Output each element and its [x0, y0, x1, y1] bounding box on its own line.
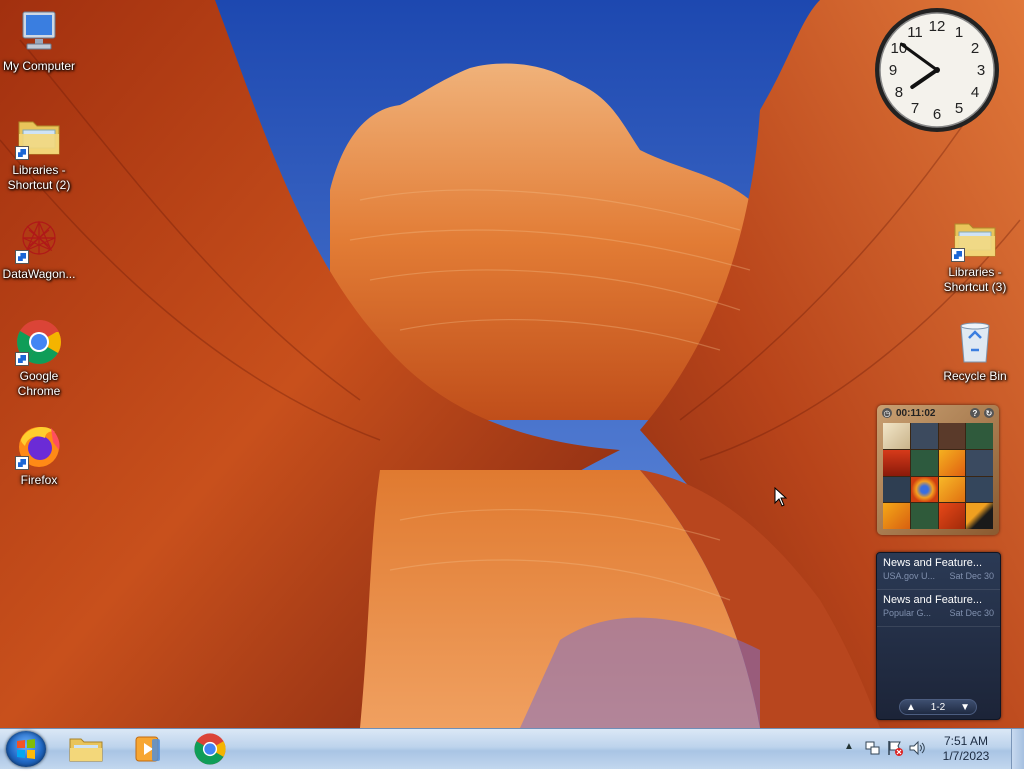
feed-item-source: USA.gov U... — [883, 571, 936, 581]
clock-numeral: 3 — [977, 62, 985, 79]
shortcut-arrow-icon — [15, 250, 29, 264]
libraries-icon — [15, 112, 63, 160]
puzzle-help-icon[interactable]: ? — [970, 408, 980, 418]
taskbar-date: 1/7/2023 — [942, 749, 990, 763]
show-hidden-icon[interactable]: ▲ — [844, 741, 854, 752]
clock-numeral: 12 — [929, 18, 946, 35]
media-player-icon — [135, 736, 160, 762]
feed-headlines-gadget[interactable]: News and Feature... USA.gov U... Sat Dec… — [876, 552, 1001, 720]
taskbar-chrome-button[interactable] — [182, 730, 238, 768]
puzzle-timer: 00:11:02 — [896, 407, 936, 419]
feed-item[interactable]: News and Feature... USA.gov U... Sat Dec… — [877, 553, 1000, 590]
puzzle-tile[interactable] — [938, 503, 966, 529]
pager-range: 1-2 — [930, 701, 946, 713]
puzzle-tile[interactable] — [910, 476, 938, 503]
clock-gadget[interactable]: 12 1 2 3 4 5 6 7 8 9 10 11 — [873, 6, 1001, 134]
clock-numeral: 4 — [971, 84, 979, 101]
action-center-flag-icon[interactable] — [886, 739, 904, 762]
shortcut-arrow-icon — [15, 146, 29, 160]
puzzle-tile[interactable] — [966, 449, 993, 476]
desktop-icon-label: Libraries - Shortcut (2) — [7, 163, 71, 192]
chrome-icon — [194, 733, 226, 765]
puzzle-tile[interactable] — [938, 449, 966, 476]
clock-numeral: 2 — [971, 40, 979, 57]
desktop-icon-label: My Computer — [2, 59, 76, 73]
taskbar-time: 7:51 AM — [943, 734, 989, 748]
windows-logo-icon — [17, 739, 35, 759]
clock-numeral: 1 — [955, 24, 963, 41]
feed-item-source: Popular G... — [883, 608, 932, 618]
puzzle-shuffle-icon[interactable]: ↻ — [984, 408, 994, 418]
clock-numeral: 6 — [933, 106, 941, 123]
feed-pager: ▲ 1-2 ▼ — [899, 699, 977, 715]
puzzle-tile[interactable] — [883, 503, 910, 529]
system-tray: ▲ 7:51 AM 1/7/2023 — [834, 729, 1024, 769]
puzzle-tile[interactable] — [966, 476, 993, 503]
pager-down-icon[interactable]: ▼ — [960, 702, 970, 713]
mouse-cursor-icon — [774, 486, 788, 512]
puzzle-tile[interactable] — [883, 476, 910, 503]
puzzle-tile[interactable] — [910, 423, 938, 449]
desktop-icon-libraries-shortcut-2[interactable]: Libraries - Shortcut (2) — [0, 112, 79, 193]
taskbar-media-player-button[interactable] — [120, 730, 176, 768]
taskbar-clock[interactable]: 7:51 AM 1/7/2023 — [936, 734, 996, 764]
feed-item[interactable]: News and Feature... Popular G... Sat Dec… — [877, 590, 1000, 627]
taskbar-explorer-button[interactable] — [58, 730, 114, 768]
network-icon[interactable] — [864, 739, 882, 762]
feed-item-title: News and Feature... — [883, 594, 983, 606]
shortcut-arrow-icon — [951, 248, 965, 262]
desktop-icon-google-chrome[interactable]: Google Chrome — [0, 318, 79, 399]
puzzle-tile[interactable] — [966, 503, 993, 529]
clock-numeral: 7 — [911, 100, 919, 117]
datawagon-icon — [15, 216, 63, 264]
puzzle-tile[interactable] — [938, 476, 966, 503]
desktop-icon-label: Google Chrome — [17, 369, 61, 398]
clock-numeral: 10 — [891, 40, 908, 57]
feed-item-title: News and Feature... — [883, 557, 983, 569]
shortcut-arrow-icon — [15, 352, 29, 366]
clock-numeral: 8 — [895, 84, 903, 101]
shortcut-arrow-icon — [15, 456, 29, 470]
desktop-icon-libraries-shortcut-3[interactable]: Libraries - Shortcut (3) — [935, 214, 1015, 295]
desktop-icon-firefox[interactable]: Firefox — [0, 422, 79, 488]
folder-icon — [69, 738, 103, 762]
puzzle-toolbar: ◷ 00:11:02 ? ↻ — [877, 405, 999, 421]
clock-numeral: 5 — [955, 100, 963, 117]
libraries-icon — [951, 214, 999, 262]
desktop-icon-recycle-bin[interactable]: Recycle Bin — [935, 318, 1015, 384]
desktop-icon-label: Recycle Bin — [943, 369, 1007, 383]
start-button[interactable] — [6, 731, 46, 767]
desktop-icon-label: Firefox — [20, 473, 58, 487]
volume-icon[interactable] — [908, 739, 926, 762]
puzzle-tile[interactable] — [966, 423, 993, 449]
feed-item-date: Sat Dec 30 — [949, 608, 994, 618]
recycle-bin-icon — [951, 318, 999, 366]
puzzle-tile[interactable] — [938, 423, 966, 449]
desktop-icon-label: DataWagon... — [2, 267, 76, 281]
show-desktop-button[interactable] — [1011, 729, 1024, 769]
desktop-icon-my-computer[interactable]: My Computer — [0, 8, 79, 74]
puzzle-tile[interactable] — [883, 449, 910, 476]
desktop-wallpaper — [0, 0, 1024, 728]
desktop-icon-label: Libraries - Shortcut (3) — [943, 265, 1007, 294]
puzzle-grid[interactable] — [883, 423, 993, 529]
computer-icon — [15, 8, 63, 56]
puzzle-tile[interactable] — [910, 449, 938, 476]
firefox-icon — [15, 422, 63, 470]
puzzle-tile[interactable] — [883, 423, 910, 449]
taskbar: ▲ 7:51 AM 1/7/2023 — [0, 728, 1024, 769]
clock-numeral: 11 — [907, 24, 923, 41]
feed-item-date: Sat Dec 30 — [949, 571, 994, 581]
picture-puzzle-gadget[interactable]: ◷ 00:11:02 ? ↻ — [877, 405, 999, 535]
puzzle-tile[interactable] — [910, 503, 938, 529]
puzzle-clock-icon: ◷ — [882, 408, 892, 418]
pager-up-icon[interactable]: ▲ — [906, 702, 916, 713]
desktop-icon-datawagon[interactable]: DataWagon... — [0, 216, 79, 282]
chrome-icon — [15, 318, 63, 366]
clock-numeral: 9 — [889, 62, 897, 79]
